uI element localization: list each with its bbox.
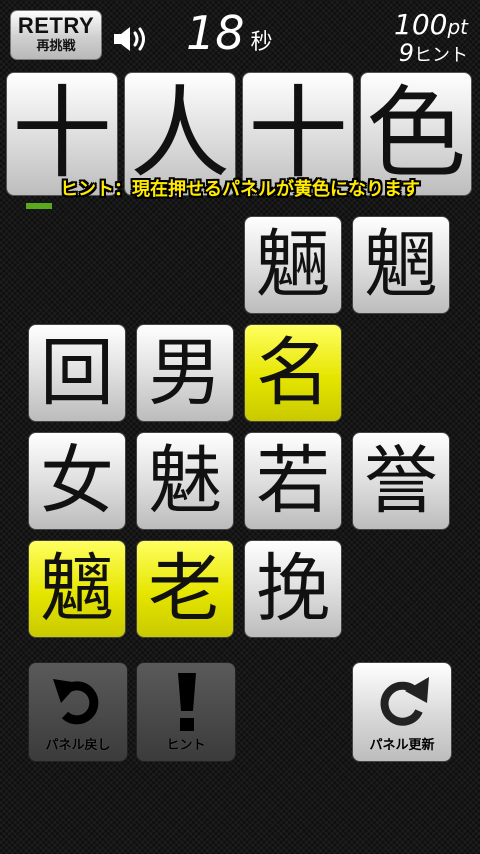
hints-remaining: 9 (398, 39, 414, 67)
refresh-label: パネル更新 (369, 738, 435, 753)
panel-tile[interactable]: 女 (28, 432, 126, 530)
panel-tile-highlighted[interactable]: 老 (136, 540, 234, 638)
score-unit: pt (447, 15, 468, 39)
timer-value: 18 (186, 6, 245, 60)
undo-label: パネル戻し (45, 738, 111, 753)
score-value: 100 (394, 8, 448, 41)
panel-tile[interactable]: 挽 (244, 540, 342, 638)
hints-unit: ヒント (414, 45, 468, 66)
retry-label: RETRY (17, 13, 95, 38)
progress-bar (26, 203, 154, 209)
panel-tile[interactable]: 若 (244, 432, 342, 530)
panel-tile[interactable]: 魎 (244, 216, 342, 314)
undo-panel-button[interactable]: パネル戻し (28, 662, 128, 762)
exclamation-icon (178, 673, 196, 731)
timer-display: 18 秒 (186, 6, 273, 66)
refresh-arrow-icon (380, 677, 429, 726)
retry-button[interactable]: RETRY 再挑戦 (10, 10, 102, 60)
hint-button[interactable]: ヒント (136, 662, 236, 762)
refresh-panel-button[interactable]: パネル更新 (352, 662, 452, 762)
panel-tile[interactable]: 魅 (136, 432, 234, 530)
panel-tile[interactable]: 魍 (352, 216, 450, 314)
score-display: 100pt 9ヒント (394, 10, 468, 67)
progress-fill (26, 203, 52, 209)
panel-tile-highlighted[interactable]: 魑 (28, 540, 126, 638)
panel-tile[interactable]: 男 (136, 324, 234, 422)
hint-message: ヒント：現在押せるパネルが黄色になります (60, 179, 420, 200)
undo-arrow-icon (53, 679, 99, 725)
panel-tile[interactable]: 誉 (352, 432, 450, 530)
timer-unit: 秒 (250, 30, 273, 55)
hint-label: ヒント (166, 738, 206, 753)
retry-sublabel: 再挑戦 (36, 39, 76, 54)
speaker-icon[interactable] (112, 24, 150, 54)
panel-tile[interactable]: 回 (28, 324, 126, 422)
panel-tile-highlighted[interactable]: 名 (244, 324, 342, 422)
